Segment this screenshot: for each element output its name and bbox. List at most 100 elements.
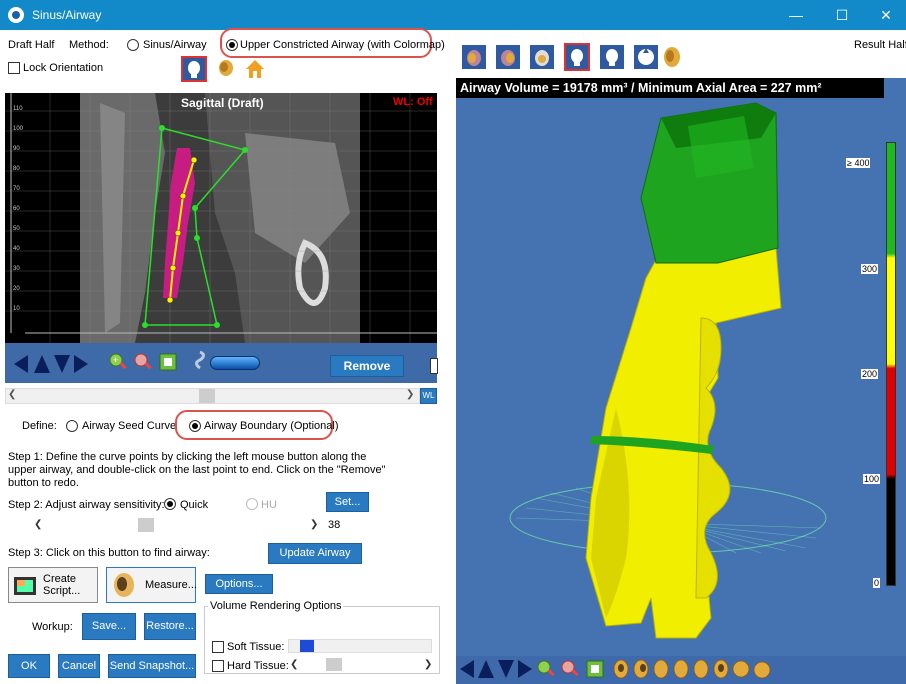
soft-tissue-checkbox[interactable]: [212, 641, 224, 653]
ruler-labels: 110 100 90 80 70 60 50 40 30 20 10: [13, 99, 29, 319]
send-snapshot-button[interactable]: Send Snapshot...: [108, 654, 196, 678]
svg-text:+: +: [113, 355, 118, 365]
window-title: Sinus/Airway: [32, 8, 102, 22]
render-zoom-out-icon[interactable]: [560, 659, 580, 679]
cancel-button[interactable]: Cancel: [58, 654, 100, 678]
ruler-tick: 80: [13, 166, 20, 172]
airway-info-banner: Airway Volume = 19178 mm³ / Minimum Axia…: [456, 78, 884, 98]
result-half-label: Result Half: [854, 39, 906, 51]
volume-render-view[interactable]: [456, 78, 906, 656]
remove-button[interactable]: Remove: [330, 355, 404, 377]
measure-label: Measure...: [145, 579, 197, 591]
colorbar-label-0: 0: [873, 578, 881, 588]
nav-arrows: [14, 355, 92, 376]
colorbar-label-100: 100: [863, 474, 881, 484]
head-view-1-icon[interactable]: [462, 45, 486, 69]
create-script-label: Create Script...: [43, 573, 81, 597]
arrow-left-icon: [14, 355, 28, 373]
ruler-tick: 50: [13, 226, 20, 232]
scroll-right-icon[interactable]: ❯: [406, 389, 414, 400]
zoom-in-icon[interactable]: +: [108, 352, 128, 372]
close-button[interactable]: ✕: [864, 0, 906, 30]
draft-half-label: Draft Half: [8, 39, 55, 51]
hard-tissue-checkbox[interactable]: [212, 660, 224, 672]
sensitivity-slider-thumb[interactable]: [138, 518, 154, 532]
method-sinus-airway-radio[interactable]: [127, 39, 139, 51]
ruler-tick: 10: [13, 306, 20, 312]
colorbar-label-200: 200: [861, 369, 879, 379]
ok-button[interactable]: OK: [8, 654, 50, 678]
wl-button[interactable]: WL: [420, 388, 437, 404]
sensitivity-hu-label: HU: [261, 499, 277, 511]
window-level-slider[interactable]: [210, 356, 260, 370]
hard-tissue-label: Hard Tissue:: [227, 660, 289, 672]
colorbar-label-400: ≥ 400: [846, 158, 871, 168]
airway-seed-curve-radio[interactable]: [66, 420, 78, 432]
hard-tissue-left-icon[interactable]: ❮: [290, 659, 298, 670]
save-button[interactable]: Save...: [82, 613, 136, 640]
rotate-icon[interactable]: [192, 350, 208, 374]
volume-rendering-title: Volume Rendering Options: [208, 600, 344, 612]
render-zoom-in-icon[interactable]: [536, 659, 556, 679]
scroll-thumb[interactable]: [199, 389, 215, 403]
sagittal-image: [5, 93, 437, 343]
restore-button[interactable]: Restore...: [144, 613, 196, 640]
render-fit-icon[interactable]: [585, 659, 605, 679]
step3-text: Step 3: Click on this button to find air…: [8, 547, 210, 559]
method-label: Method:: [69, 39, 109, 51]
scroll-left-icon[interactable]: ❮: [8, 389, 16, 400]
sagittal-view[interactable]: Sagittal (Draft) WL: Off 110 100 90 80 7…: [5, 93, 437, 343]
panel-edge: [430, 358, 438, 374]
sensitivity-quick-radio[interactable]: [164, 498, 176, 510]
options-button[interactable]: Options...: [205, 574, 273, 594]
airway-seed-curve-label: Airway Seed Curve: [82, 420, 177, 432]
render-arrow-left-icon: [460, 660, 474, 678]
sensitivity-right-icon[interactable]: ❯: [310, 519, 318, 530]
render-arrow-right-icon: [518, 660, 532, 678]
method-upper-airway-radio[interactable]: [226, 39, 238, 51]
head-front-icon[interactable]: [564, 43, 590, 71]
hard-tissue-slider-thumb[interactable]: [326, 658, 342, 671]
render-arrow-up-icon: [478, 660, 494, 678]
view-toolbar: [462, 43, 682, 73]
head-view-3-icon[interactable]: [530, 45, 554, 69]
fit-view-icon[interactable]: [158, 352, 178, 372]
head-view-2-icon[interactable]: [496, 45, 520, 69]
sensitivity-left-icon[interactable]: ❮: [34, 519, 42, 530]
soft-tissue-slider-thumb[interactable]: [300, 640, 314, 652]
hard-tissue-right-icon[interactable]: ❯: [424, 659, 432, 670]
measure-button[interactable]: Measure...: [106, 567, 197, 603]
home-icon[interactable]: [244, 58, 266, 80]
ruler-tick: 100: [13, 126, 24, 132]
colorbar-label-300: 300: [861, 264, 879, 274]
ruler-tick: 60: [13, 206, 20, 212]
update-airway-button[interactable]: Update Airway: [268, 543, 362, 564]
film-icon: [14, 577, 36, 595]
head-side-color-icon[interactable]: [660, 45, 684, 69]
head-back-icon[interactable]: [600, 45, 624, 69]
measure-head-icon: [114, 573, 134, 597]
step2-text: Step 2: Adjust airway sensitivity:: [8, 499, 165, 511]
arrow-right-icon: [74, 355, 88, 373]
airway-boundary-label: Airway Boundary (Optional): [204, 420, 339, 432]
sensitivity-hu-radio[interactable]: [246, 498, 258, 510]
wl-status: WL: Off: [393, 96, 433, 108]
airway-boundary-radio[interactable]: [189, 420, 201, 432]
maximize-button[interactable]: ☐: [820, 0, 864, 30]
create-script-button[interactable]: Create Script...: [8, 567, 98, 603]
head-top-icon[interactable]: [634, 45, 658, 69]
lock-orientation-checkbox[interactable]: [8, 62, 20, 74]
method-upper-airway-label: Upper Constricted Airway (with Colormap): [240, 39, 445, 51]
render-head-views: [612, 658, 782, 680]
method-sinus-airway-label: Sinus/Airway: [143, 39, 207, 51]
sagittal-title: Sagittal (Draft): [181, 96, 264, 110]
head-front-view-icon[interactable]: [181, 56, 207, 82]
ruler-tick: 30: [13, 266, 20, 272]
minimize-button[interactable]: —: [774, 0, 818, 30]
head-side-view-icon[interactable]: [215, 58, 237, 80]
sensitivity-value: 38: [328, 519, 341, 531]
ruler-tick: 70: [13, 186, 20, 192]
set-button[interactable]: Set...: [326, 492, 369, 512]
zoom-out-icon[interactable]: [133, 352, 153, 372]
ruler-tick: 90: [13, 146, 20, 152]
